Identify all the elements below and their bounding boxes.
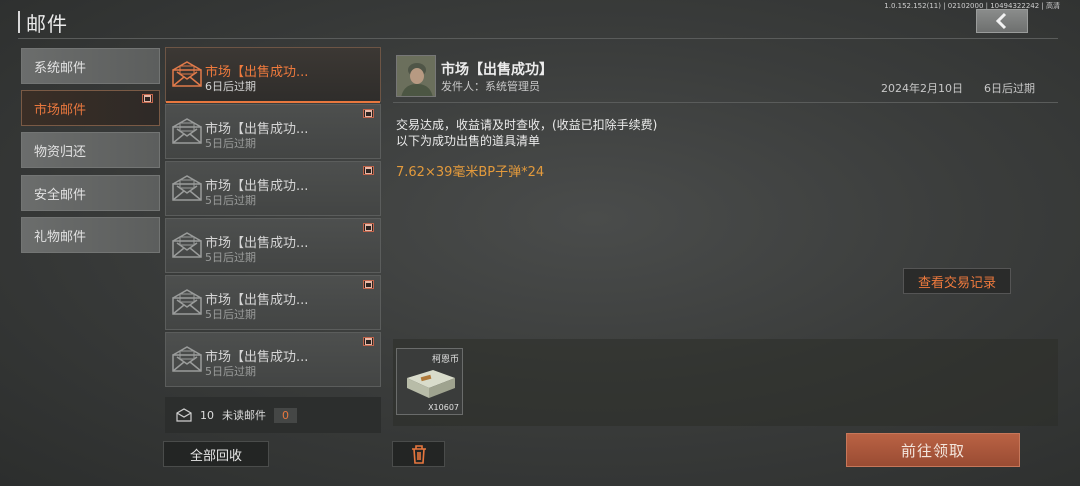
sold-item: 7.62×39毫米BP子弹*24 bbox=[396, 165, 545, 180]
mail-expire: 5日后过期 bbox=[205, 137, 256, 150]
mail-expire: 6日后过期 bbox=[205, 80, 256, 93]
category-label: 礼物邮件 bbox=[34, 229, 87, 245]
category-gift[interactable]: 礼物邮件 bbox=[21, 217, 160, 253]
mail-item[interactable]: 市场【出售成功... 5日后过期 bbox=[165, 104, 381, 159]
mail-detail-expire: 6日后过期 bbox=[984, 82, 1035, 95]
mail-item[interactable]: 市场【出售成功... 5日后过期 bbox=[165, 218, 381, 273]
category-supply-return[interactable]: 物资归还 bbox=[21, 132, 160, 168]
envelope-icon bbox=[172, 118, 202, 144]
mail-expire: 5日后过期 bbox=[205, 308, 256, 321]
page-header: 邮件 bbox=[18, 6, 68, 38]
envelope-open-icon bbox=[176, 408, 192, 422]
mail-detail-title: 市场【出售成功】 bbox=[441, 62, 553, 78]
delete-button[interactable] bbox=[392, 441, 445, 467]
gift-icon bbox=[142, 94, 153, 103]
version-info: 1.0.152.152(11) | 02102000 | 10494322242… bbox=[884, 2, 1060, 10]
unread-badge: 0 bbox=[274, 407, 297, 423]
back-button[interactable] bbox=[976, 9, 1028, 33]
category-label: 系统邮件 bbox=[34, 60, 87, 76]
detail-divider bbox=[393, 102, 1058, 103]
category-security[interactable]: 安全邮件 bbox=[21, 175, 160, 211]
mail-body-line: 以下为成功出售的道具清单 bbox=[396, 134, 541, 148]
page-title: 邮件 bbox=[26, 11, 68, 36]
category-label: 安全邮件 bbox=[34, 187, 87, 203]
mail-sender: 发件人：系统管理员 bbox=[441, 80, 540, 93]
category-label: 物资归还 bbox=[34, 144, 87, 160]
mail-body: 交易达成，收益请及时查收，(收益已扣除手续费) 以下为成功出售的道具清单 bbox=[396, 117, 657, 149]
envelope-icon bbox=[172, 61, 202, 87]
sender-avatar bbox=[396, 55, 436, 97]
mail-expire: 5日后过期 bbox=[205, 251, 256, 264]
mail-expire: 5日后过期 bbox=[205, 365, 256, 378]
attachment-area bbox=[393, 339, 1058, 426]
envelope-icon bbox=[172, 175, 202, 201]
gift-icon bbox=[363, 280, 374, 289]
envelope-icon bbox=[172, 289, 202, 315]
view-records-button[interactable]: 查看交易记录 bbox=[903, 268, 1011, 294]
mail-item[interactable]: 市场【出售成功... 5日后过期 bbox=[165, 161, 381, 216]
gift-icon bbox=[363, 337, 374, 346]
gift-icon bbox=[363, 109, 374, 118]
mail-item[interactable]: 市场【出售成功... 5日后过期 bbox=[165, 275, 381, 330]
mail-date: 2024年2月10日 bbox=[881, 82, 963, 95]
mail-list[interactable]: 市场【出售成功... 6日后过期 市场【出售成功... 5日后过期 市场【出售成… bbox=[165, 47, 381, 388]
unread-count: 10 bbox=[200, 408, 214, 422]
cash-stack-icon bbox=[407, 370, 455, 398]
mail-item[interactable]: 市场【出售成功... 6日后过期 bbox=[165, 47, 381, 103]
trash-icon bbox=[411, 445, 426, 464]
unread-label: 未读邮件 bbox=[222, 409, 266, 422]
category-system[interactable]: 系统邮件 bbox=[21, 48, 160, 84]
chevron-left-icon bbox=[995, 12, 1007, 30]
gift-icon bbox=[363, 223, 374, 232]
unread-summary: 10 未读邮件 0 bbox=[165, 397, 381, 433]
mail-body-line: 交易达成，收益请及时查收，(收益已扣除手续费) bbox=[396, 118, 658, 132]
attachment-item[interactable]: 柯恩币 X10607 bbox=[396, 348, 463, 415]
title-accent-bar bbox=[18, 11, 20, 33]
category-label: 市场邮件 bbox=[34, 102, 87, 118]
mail-item[interactable]: 市场【出售成功... 5日后过期 bbox=[165, 332, 381, 387]
claim-button[interactable]: 前往领取 bbox=[846, 433, 1020, 467]
mail-expire: 5日后过期 bbox=[205, 194, 256, 207]
category-market[interactable]: 市场邮件 bbox=[21, 90, 160, 126]
attachment-quantity: X10607 bbox=[428, 403, 459, 412]
envelope-icon bbox=[172, 232, 202, 258]
gift-icon bbox=[363, 166, 374, 175]
envelope-icon bbox=[172, 346, 202, 372]
header-divider bbox=[18, 38, 1058, 39]
recall-all-button[interactable]: 全部回收 bbox=[163, 441, 269, 467]
